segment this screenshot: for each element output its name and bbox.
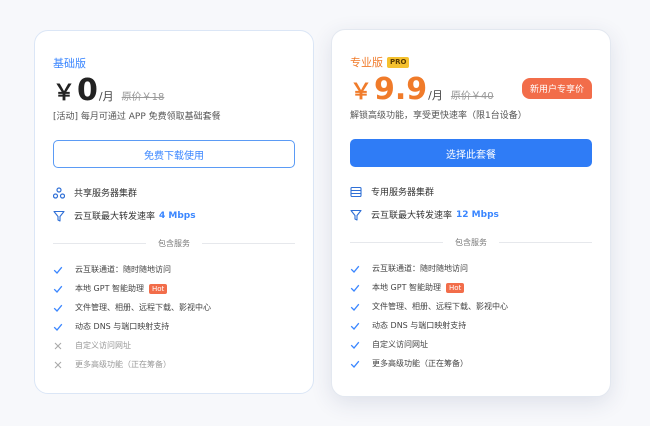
basic-service-item: 更多高级功能（正在筹备） [53, 359, 171, 370]
pro-price: ￥ 9.9 /月 原价￥40 [350, 74, 494, 106]
check-icon [350, 302, 360, 312]
pro-service-item: 动态 DNS 与端口映射支持 [350, 320, 466, 331]
pro-services-title: 包含服务 [455, 238, 487, 247]
pro-feature-cluster: 专用服务器集群 [350, 185, 434, 198]
pro-speed-value: 12 Mbps [456, 209, 499, 220]
check-icon [350, 264, 360, 274]
pro-feature-speed: 云互联最大转发速率 12 Mbps [350, 208, 499, 221]
basic-price-amount: 0 [77, 73, 98, 108]
pro-badge: PRO [387, 56, 410, 68]
basic-service-label: 更多高级功能（正在筹备） [75, 360, 171, 369]
divider-line-right [202, 243, 295, 244]
divider-line-right [499, 242, 592, 243]
cross-icon [53, 341, 63, 351]
free-download-button[interactable]: 免费下载使用 [53, 140, 295, 168]
basic-plan-name: 基础版 [53, 55, 86, 71]
pro-service-label: 动态 DNS 与端口映射支持 [372, 321, 467, 330]
new-user-price-badge: 新用户专享价 [521, 78, 592, 99]
pro-feature-speed-label: 云互联最大转发速率 [371, 211, 453, 221]
hot-badge: Hot [149, 283, 168, 294]
pro-service-label: 本地 GPT 智能助理 [372, 283, 441, 292]
pro-description: 解锁高级功能，享受更快速率（限1台设备） [350, 111, 527, 121]
basic-description: [活动] 每月可通过 APP 免费领取基础套餐 [53, 112, 221, 122]
basic-feature-speed-label: 云互联最大转发速率 [74, 212, 156, 222]
pro-services-divider: 包含服务 [350, 237, 592, 248]
basic-feature-speed: 云互联最大转发速率 4 Mbps [53, 209, 196, 222]
pro-feature-cluster-label: 专用服务器集群 [371, 188, 435, 198]
basic-services-title: 包含服务 [158, 239, 190, 248]
cross-icon [53, 360, 63, 370]
basic-service-item: 本地 GPT 智能助理 Hot [53, 283, 168, 294]
pro-plan-card: 专业版 PRO ￥ 9.9 /月 原价￥40 新用户专享价 解锁高级功能，享受更… [331, 29, 611, 397]
pro-service-label: 云互联通道：随时随地访问 [372, 264, 468, 273]
check-icon [53, 265, 63, 275]
divider-line-left [53, 243, 146, 244]
basic-feature-cluster: 共享服务器集群 [53, 186, 137, 199]
pro-service-item: 云互联通道：随时随地访问 [350, 263, 468, 274]
pro-original-price: 原价￥40 [450, 91, 494, 102]
basic-service-item: 文件管理、相册、远程下载、影视中心 [53, 302, 211, 313]
check-icon [53, 303, 63, 313]
pro-service-label: 文件管理、相册、远程下载、影视中心 [372, 302, 508, 311]
check-icon [350, 340, 360, 350]
pro-price-unit: /月 [428, 89, 443, 102]
dedicated-server-icon [350, 186, 362, 198]
pro-service-item: 更多高级功能（正在筹备） [350, 358, 468, 369]
check-icon [350, 283, 360, 293]
basic-services-divider: 包含服务 [53, 238, 295, 249]
basic-price: ￥ 0 /月 原价￥18 [53, 75, 164, 107]
basic-service-item: 自定义访问网址 [53, 340, 131, 351]
pro-service-item: 本地 GPT 智能助理 Hot [350, 282, 465, 293]
pro-service-item: 自定义访问网址 [350, 339, 428, 350]
basic-feature-cluster-label: 共享服务器集群 [74, 189, 138, 199]
pro-service-label: 更多高级功能（正在筹备） [372, 359, 468, 368]
check-icon [350, 359, 360, 369]
shared-cluster-icon [53, 186, 65, 199]
check-icon [350, 321, 360, 331]
basic-service-label: 云互联通道：随时随地访问 [75, 265, 171, 274]
basic-speed-value: 4 Mbps [159, 210, 196, 221]
basic-price-unit: /月 [98, 90, 114, 103]
check-icon [53, 284, 63, 294]
basic-service-label: 自定义访问网址 [75, 341, 131, 350]
pro-service-label: 自定义访问网址 [372, 340, 428, 349]
divider-line-left [350, 242, 443, 243]
basic-plan-name-text: 基础版 [53, 57, 86, 70]
hot-badge: Hot [446, 282, 465, 293]
pro-service-item: 文件管理、相册、远程下载、影视中心 [350, 301, 508, 312]
basic-service-item: 云互联通道：随时随地访问 [53, 264, 171, 275]
pro-price-currency: ￥ [350, 80, 373, 105]
basic-original-price: 原价￥18 [121, 92, 165, 103]
basic-price-currency: ￥ [53, 81, 76, 106]
pro-plan-name-text: 专业版 [350, 56, 383, 69]
pro-price-amount: 9.9 [374, 72, 428, 107]
select-plan-button[interactable]: 选择此套餐 [350, 139, 592, 167]
basic-plan-card: 基础版 ￥ 0 /月 原价￥18 [活动] 每月可通过 APP 免费领取基础套餐… [34, 30, 314, 394]
basic-service-label: 动态 DNS 与端口映射支持 [75, 322, 170, 331]
basic-service-label: 本地 GPT 智能助理 [75, 284, 144, 293]
check-icon [53, 322, 63, 332]
funnel-speed-icon [350, 209, 362, 221]
basic-service-item: 动态 DNS 与端口映射支持 [53, 321, 169, 332]
pro-plan-name: 专业版 PRO [350, 54, 410, 70]
basic-service-label: 文件管理、相册、远程下载、影视中心 [75, 303, 211, 312]
funnel-speed-icon [53, 210, 65, 222]
